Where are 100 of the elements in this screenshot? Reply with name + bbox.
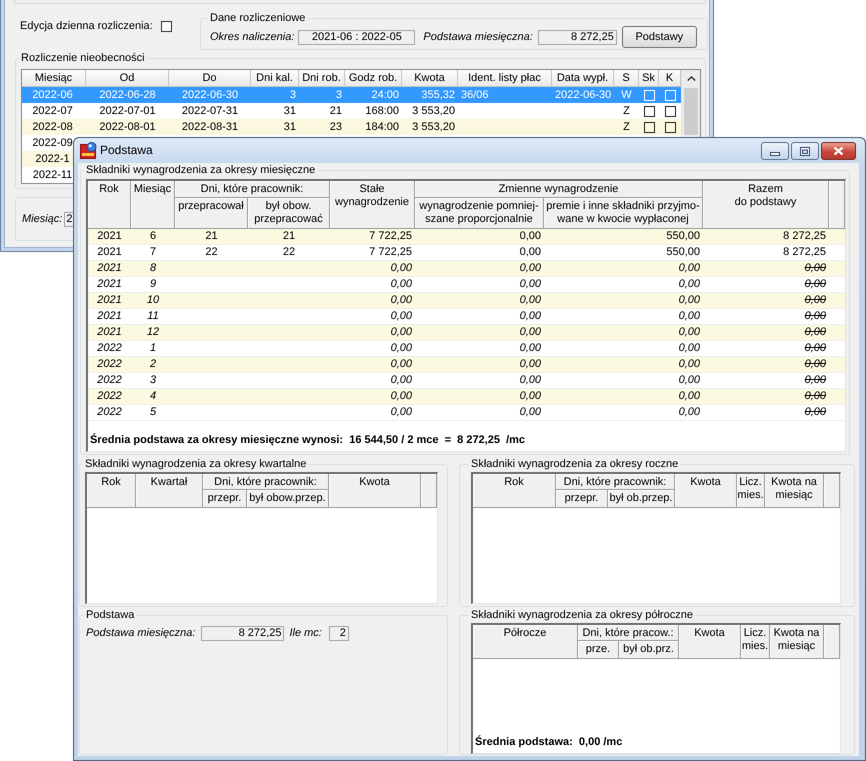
table-cell-text: 0,00 — [804, 261, 827, 276]
table-cell-text: 0,00 — [518, 293, 542, 308]
table-cell-text: 3 — [288, 88, 297, 102]
minimize-icon — [770, 152, 780, 156]
table-cell-text: 0,00 — [678, 389, 701, 404]
table-cell-text: 9 — [148, 277, 158, 292]
table-cell-text: 3 — [148, 373, 158, 388]
table-cell-text: 0,00 — [518, 373, 542, 388]
table-cell-text: 21 — [328, 104, 343, 118]
column-header[interactable]: Kwota — [402, 70, 458, 87]
checkbox[interactable] — [644, 122, 654, 132]
column-header[interactable]: Od — [86, 70, 169, 87]
table-cell-text: 2022 — [96, 341, 123, 356]
table-cell-text: 0,00 — [804, 309, 827, 324]
column-header[interactable]: Dni rob. — [299, 70, 345, 87]
column-header[interactable]: Dni kal. — [251, 70, 299, 87]
table-cell-text: 31 — [282, 120, 297, 134]
group-title: Dane rozliczeniowe — [209, 12, 306, 25]
table-cell-text: 0,00 — [518, 357, 542, 372]
table-cell-text: 2022 — [96, 357, 123, 372]
table-cell-text: 168:00 — [364, 104, 400, 118]
blank-header-cell — [824, 474, 840, 508]
table-cell-text: 8 272,25 — [782, 229, 827, 244]
table-cell-text: 0,00 — [390, 293, 413, 308]
column-header: Dni, które pracow.: — [578, 625, 679, 641]
column-header: Półrocze — [473, 625, 578, 659]
column-header[interactable]: Data wypł. — [552, 70, 614, 87]
blank-header-cell — [421, 474, 437, 508]
column-header[interactable]: Ident. listy płac — [458, 70, 552, 87]
table-cell-text: 0,00 — [518, 245, 542, 260]
column-header[interactable]: Sk — [639, 70, 659, 87]
table-cell-text: 3 553,20 — [411, 104, 456, 118]
table-cell-text: 0,00 — [678, 261, 701, 276]
table-cell-text: 0,00 — [518, 277, 542, 292]
table-cell-text: 0,00 — [804, 277, 827, 292]
table-cell-text: 7 722,25 — [368, 229, 413, 244]
checkbox[interactable] — [664, 106, 676, 116]
column-header[interactable]: Miesiąc — [22, 70, 86, 87]
daily-edit-checkbox[interactable] — [160, 21, 172, 32]
period-field: 2021-06 : 2022-05 — [298, 30, 416, 44]
column-header: premie i inne składniki przyjmo- wane w kwocie wypłaconej — [544, 198, 703, 229]
table-cell-text: 0,00 — [390, 341, 413, 356]
column-header[interactable]: Godz rob. — [345, 70, 402, 87]
table-cell-text: 0,00 — [518, 325, 542, 340]
column-header: był ob.prz. — [619, 641, 679, 659]
table-cell-text: 0,00 — [804, 389, 827, 404]
column-header: Dni, które pracownik: — [175, 181, 330, 198]
minimize-button[interactable] — [761, 142, 789, 160]
table-cell-text: 0,00 — [804, 357, 827, 372]
column-header: Kwota — [679, 625, 741, 659]
window-title: Podstawa — [100, 144, 153, 157]
table-cell-text: 0,00 — [518, 341, 542, 356]
close-button[interactable] — [821, 142, 856, 160]
podstawy-button[interactable]: Podstawy — [622, 26, 697, 48]
table-cell-text: 0,00 — [804, 341, 827, 356]
table-cell-text: 3 — [334, 88, 343, 102]
table-cell-text: 0,00 — [390, 309, 413, 324]
table-cell-text: W — [620, 88, 633, 102]
column-header: przepracował — [175, 198, 248, 229]
table-cell-text: 0,00 — [518, 229, 542, 244]
group-title: Podstawa — [85, 609, 136, 622]
table-cell-text: 1 — [148, 341, 158, 356]
scrollbar-thumb[interactable] — [684, 88, 698, 135]
table-cell-text: 2022-07 — [31, 104, 74, 118]
maximize-button[interactable] — [791, 142, 819, 160]
table-row[interactable]: 2022-08 2022-08-01 2022-08-31 31 23 184:00 3 553,20 Z — [22, 119, 681, 135]
group-title: Składniki wynagrodzenia za okresy miesięczne — [85, 164, 316, 177]
table-cell-text: 3 553,20 — [411, 120, 456, 134]
table-cell-text: 0,00 — [390, 325, 413, 340]
table-cell-text: 22 — [282, 245, 296, 260]
table-cell-text: 2022-08 — [31, 120, 74, 134]
column-header: był obow.przep. — [247, 490, 329, 508]
column-header[interactable]: S — [614, 70, 639, 87]
group-title: Składniki wynagrodzenia za okresy półroczne — [470, 609, 694, 622]
table-cell-text: 36/06 — [460, 88, 490, 102]
chevron-up-icon — [686, 76, 696, 81]
column-header[interactable]: K — [659, 70, 681, 87]
table-cell-text: 2022-09 — [31, 136, 74, 150]
table-cell-text: 2022 — [96, 405, 123, 420]
column-header: Stałe wynagrodzenie — [330, 181, 415, 229]
checkbox[interactable] — [644, 106, 654, 116]
table-cell-text: 2022 — [96, 389, 123, 404]
table-cell-text: 21 — [204, 229, 219, 244]
table-cell-text: 0,00 — [678, 293, 701, 308]
table-cell-text: 0,00 — [518, 261, 542, 276]
table-cell-text: 7 722,25 — [368, 245, 413, 260]
checkbox[interactable] — [664, 122, 676, 132]
table-cell-text: 0,00 — [390, 261, 413, 276]
table-cell-text: 0,00 — [678, 309, 701, 324]
column-header[interactable]: Do — [169, 70, 251, 87]
table-cell-text: 0,00 — [804, 325, 827, 340]
table-cell-text: 8 272,25 — [782, 245, 827, 260]
table-cell-text: 2022-06-28 — [98, 88, 157, 102]
table-cell-text: 31 — [282, 104, 297, 118]
table-cell-text: 2021 — [96, 293, 123, 308]
table-cell-text: 184:00 — [364, 120, 400, 134]
column-header: Razem do podstawy — [703, 181, 829, 229]
table-cell-text: 0,00 — [390, 405, 413, 420]
app-logo-icon — [80, 142, 97, 159]
table-cell-text: 0,00 — [678, 357, 701, 372]
